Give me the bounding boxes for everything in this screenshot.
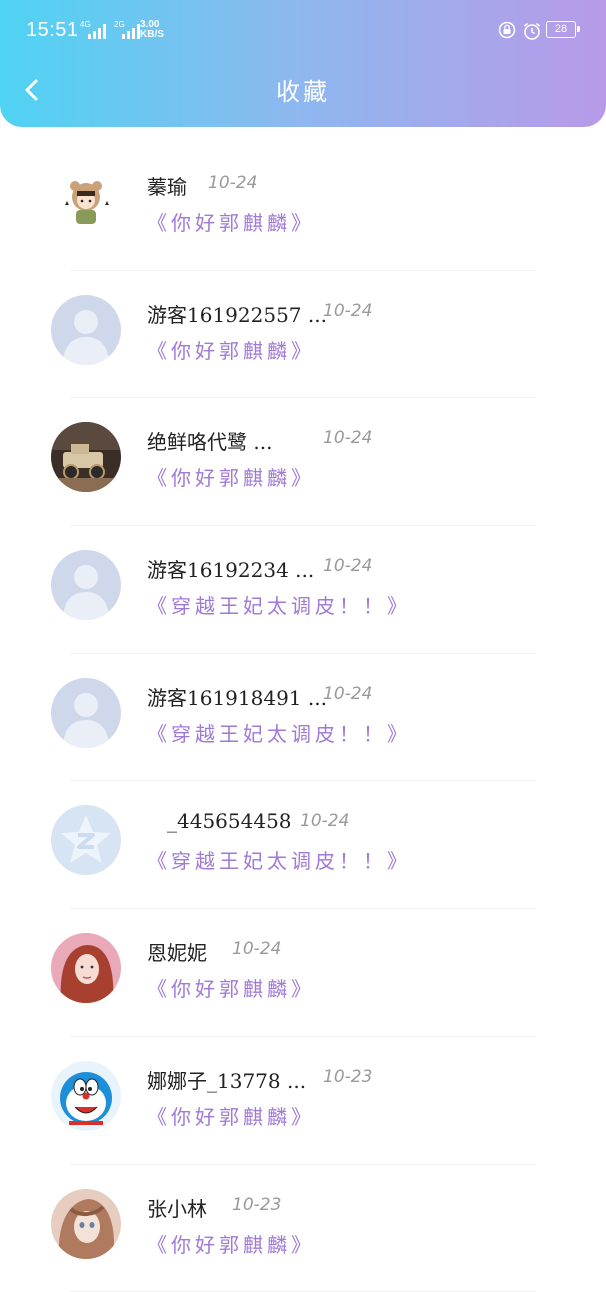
user-name: 蓁瑜 [147, 171, 187, 200]
user-name: 游客16192234 ... [147, 554, 314, 583]
book-title-link[interactable]: 《穿越王妃太调皮！！》 [147, 845, 411, 874]
book-title-link[interactable]: 《你好郭麒麟》 [147, 335, 315, 364]
qq-avatar[interactable] [51, 805, 121, 875]
list-item[interactable]: 娜娜子_13778 ... 10-23 《你好郭麒麟》 [0, 1037, 606, 1165]
list-item[interactable]: 游客16192234 ... 10-24 《穿越王妃太调皮！！》 [0, 526, 606, 654]
item-date: 10-24 [232, 939, 281, 959]
list-item[interactable]: 蓁瑜 10-24 《你好郭麒麟》 [0, 143, 606, 271]
user-name: 绝鲜咯代鹭 ... [147, 426, 272, 455]
list-item[interactable]: 张小林 10-23 《你好郭麒麟》 [0, 1165, 606, 1292]
list-item[interactable]: 恩妮妮 10-24 《你好郭麒麟》 [0, 909, 606, 1037]
network-speed: 3.00 KB/S [140, 20, 164, 40]
book-title-link[interactable]: 《穿越王妃太调皮！！》 [147, 590, 411, 619]
anime-girl-avatar[interactable] [51, 1189, 121, 1259]
user-name: 娜娜子_13778 ... [147, 1065, 306, 1094]
alarm-icon [522, 21, 542, 41]
favorites-list: 蓁瑜 10-24 《你好郭麒麟》 游客161922557 ... 10-24 《… [0, 143, 606, 1292]
item-date: 10-24 [323, 301, 372, 321]
item-date: 10-24 [323, 556, 372, 576]
book-title-link[interactable]: 《你好郭麒麟》 [147, 462, 315, 491]
item-date: 10-23 [232, 1195, 281, 1215]
car-model-avatar[interactable] [51, 422, 121, 492]
item-date: 10-23 [323, 1067, 372, 1087]
header-bar: 15:51 4G 2G 3.00 KB/S [0, 0, 606, 127]
signal-4g-icon: 4G [80, 20, 110, 42]
rotation-lock-icon [498, 21, 516, 39]
user-name: 游客161918491 ... [147, 682, 327, 711]
book-title-link[interactable]: 《穿越王妃太调皮！！》 [147, 718, 411, 747]
list-item[interactable]: 游客161918491 ... 10-24 《穿越王妃太调皮！！》 [0, 654, 606, 782]
user-name: 张小林 [147, 1193, 207, 1222]
default-user-avatar[interactable] [51, 678, 121, 748]
default-user-avatar[interactable] [51, 295, 121, 365]
book-title-link[interactable]: 《你好郭麒麟》 [147, 1229, 315, 1258]
list-item[interactable]: _445654458 10-24 《穿越王妃太调皮！！》 [0, 781, 606, 909]
woman-photo-avatar[interactable] [51, 933, 121, 1003]
page-title: 收藏 [0, 72, 606, 107]
list-item[interactable]: 绝鲜咯代鹭 ... 10-24 《你好郭麒麟》 [0, 398, 606, 526]
doraemon-avatar[interactable] [51, 1061, 121, 1131]
item-date: 10-24 [208, 173, 257, 193]
item-date: 10-24 [300, 811, 349, 831]
cartoon-girl-avatar[interactable] [51, 167, 121, 237]
list-item[interactable]: 游客161922557 ... 10-24 《你好郭麒麟》 [0, 271, 606, 399]
book-title-link[interactable]: 《你好郭麒麟》 [147, 1101, 315, 1130]
status-time: 15:51 [26, 19, 79, 42]
battery-icon: 28 [546, 21, 576, 38]
item-date: 10-24 [323, 428, 372, 448]
status-bar: 15:51 4G 2G 3.00 KB/S [0, 0, 606, 60]
default-user-avatar[interactable] [51, 550, 121, 620]
user-name: _445654458 [167, 809, 292, 833]
item-date: 10-24 [323, 684, 372, 704]
book-title-link[interactable]: 《你好郭麒麟》 [147, 973, 315, 1002]
book-title-link[interactable]: 《你好郭麒麟》 [147, 207, 315, 236]
user-name: 游客161922557 ... [147, 299, 327, 328]
user-name: 恩妮妮 [147, 937, 207, 966]
